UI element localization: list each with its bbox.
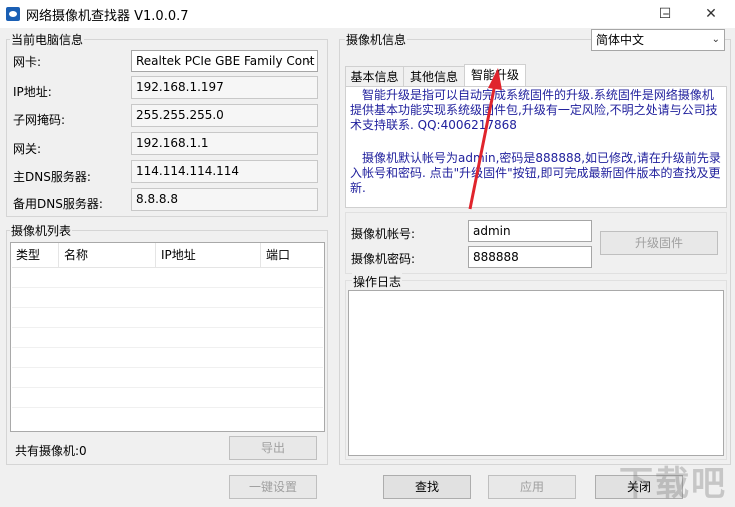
mask-field[interactable]: 255.255.255.0 — [131, 104, 318, 127]
grid-line — [12, 327, 323, 328]
camera-table[interactable]: 类型 名称 IP地址 端口 — [10, 242, 325, 432]
header-divider — [12, 267, 323, 268]
upgrade-panel: 智能升级是指可以自动完成系统固件的升级.系统固件是网络摄像机提供基本功能实现系统… — [345, 86, 727, 208]
grid-line — [12, 287, 323, 288]
ip-label: IP地址: — [13, 85, 52, 99]
account-note: 摄像机默认帐号为admin,密码是888888,如已修改,请在升级前先录入帐号和… — [350, 151, 721, 195]
arrow-annotation-icon — [468, 68, 502, 210]
language-select[interactable]: 简体中文 ⌄ — [591, 29, 725, 51]
camera-count: 共有摄像机:0 — [15, 444, 87, 458]
account-input[interactable]: admin — [468, 220, 592, 242]
site-watermark: 下载吧 — [619, 464, 727, 504]
column-header-ip[interactable]: IP地址 — [156, 243, 261, 267]
chevron-down-icon: ⌄ — [711, 34, 720, 45]
password-input[interactable]: 888888 — [468, 246, 592, 268]
grid-line — [12, 347, 323, 348]
tab-strip: 基本信息 其他信息 智能升级 — [345, 64, 727, 88]
dns2-label: 备用DNS服务器: — [13, 197, 103, 211]
upgrade-description: 智能升级是指可以自动完成系统固件的升级.系统固件是网络摄像机提供基本功能实现系统… — [350, 88, 718, 132]
password-label: 摄像机密码: — [351, 252, 416, 266]
apply-button[interactable]: 应用 — [488, 475, 576, 499]
chevron-down-icon: ⌄ — [304, 55, 313, 66]
export-button[interactable]: 导出 — [229, 436, 317, 460]
window-title: 网络摄像机查找器 V1.0.0.7 — [26, 9, 189, 24]
log-group-title: 操作日志 — [352, 273, 403, 290]
account-label: 摄像机帐号: — [351, 227, 416, 241]
grid-line — [12, 407, 323, 408]
column-header-name[interactable]: 名称 — [59, 243, 156, 267]
camera-info-group-title: 摄像机信息 — [345, 31, 408, 48]
dns1-label: 主DNS服务器: — [13, 170, 91, 184]
grid-line — [12, 367, 323, 368]
tab-other-info[interactable]: 其他信息 — [403, 66, 465, 87]
gateway-field[interactable]: 192.168.1.1 — [131, 132, 318, 155]
column-header-type[interactable]: 类型 — [11, 243, 59, 267]
one-click-setup-button[interactable]: 一键设置 — [229, 475, 317, 499]
gateway-label: 网关: — [13, 142, 42, 156]
maximize-button[interactable]: ☐ — [643, 0, 687, 28]
nic-select[interactable]: Realtek PCIe GBE Family Cont ⌄ — [131, 50, 318, 72]
column-header-port[interactable]: 端口 — [261, 243, 322, 267]
tab-basic-info[interactable]: 基本信息 — [345, 66, 404, 87]
camera-list-group-title: 摄像机列表 — [10, 222, 73, 239]
nic-label: 网卡: — [13, 55, 42, 69]
log-textarea[interactable] — [348, 290, 724, 456]
search-button[interactable]: 查找 — [383, 475, 471, 499]
close-window-button[interactable]: ✕ — [689, 0, 733, 28]
grid-line — [12, 387, 323, 388]
language-select-value: 简体中文 — [596, 33, 645, 47]
dns2-field[interactable]: 8.8.8.8 — [131, 188, 318, 211]
grid-line — [12, 307, 323, 308]
ip-field[interactable]: 192.168.1.197 — [131, 76, 318, 99]
dns1-field[interactable]: 114.114.114.114 — [131, 160, 318, 183]
app-icon — [6, 7, 20, 21]
nic-select-value: Realtek PCIe GBE Family Cont — [136, 54, 315, 68]
mask-label: 子网掩码: — [13, 113, 66, 127]
pc-info-group-title: 当前电脑信息 — [10, 31, 85, 48]
title-bar: 网络摄像机查找器 V1.0.0.7 – — [0, 0, 735, 28]
upgrade-firmware-button[interactable]: 升级固件 — [600, 231, 718, 255]
